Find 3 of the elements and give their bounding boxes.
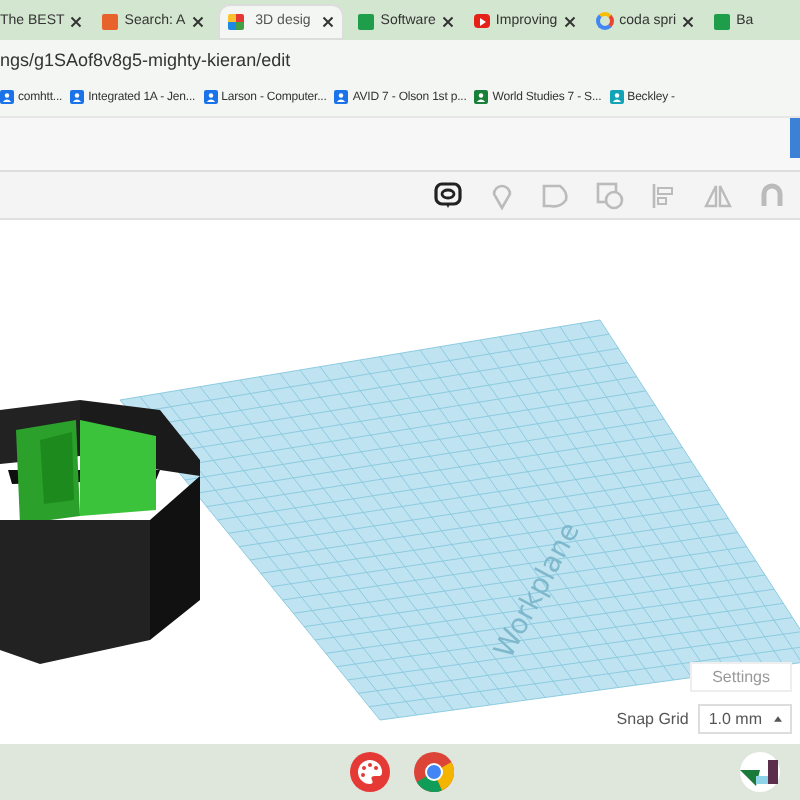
snap-grid-label: Snap Grid: [616, 710, 689, 729]
snap-grid-dropdown[interactable]: 1.0 mm: [698, 704, 792, 735]
address-text[interactable]: ngs/g1SAof8v8g5-mighty-kieran/edit: [0, 49, 291, 70]
